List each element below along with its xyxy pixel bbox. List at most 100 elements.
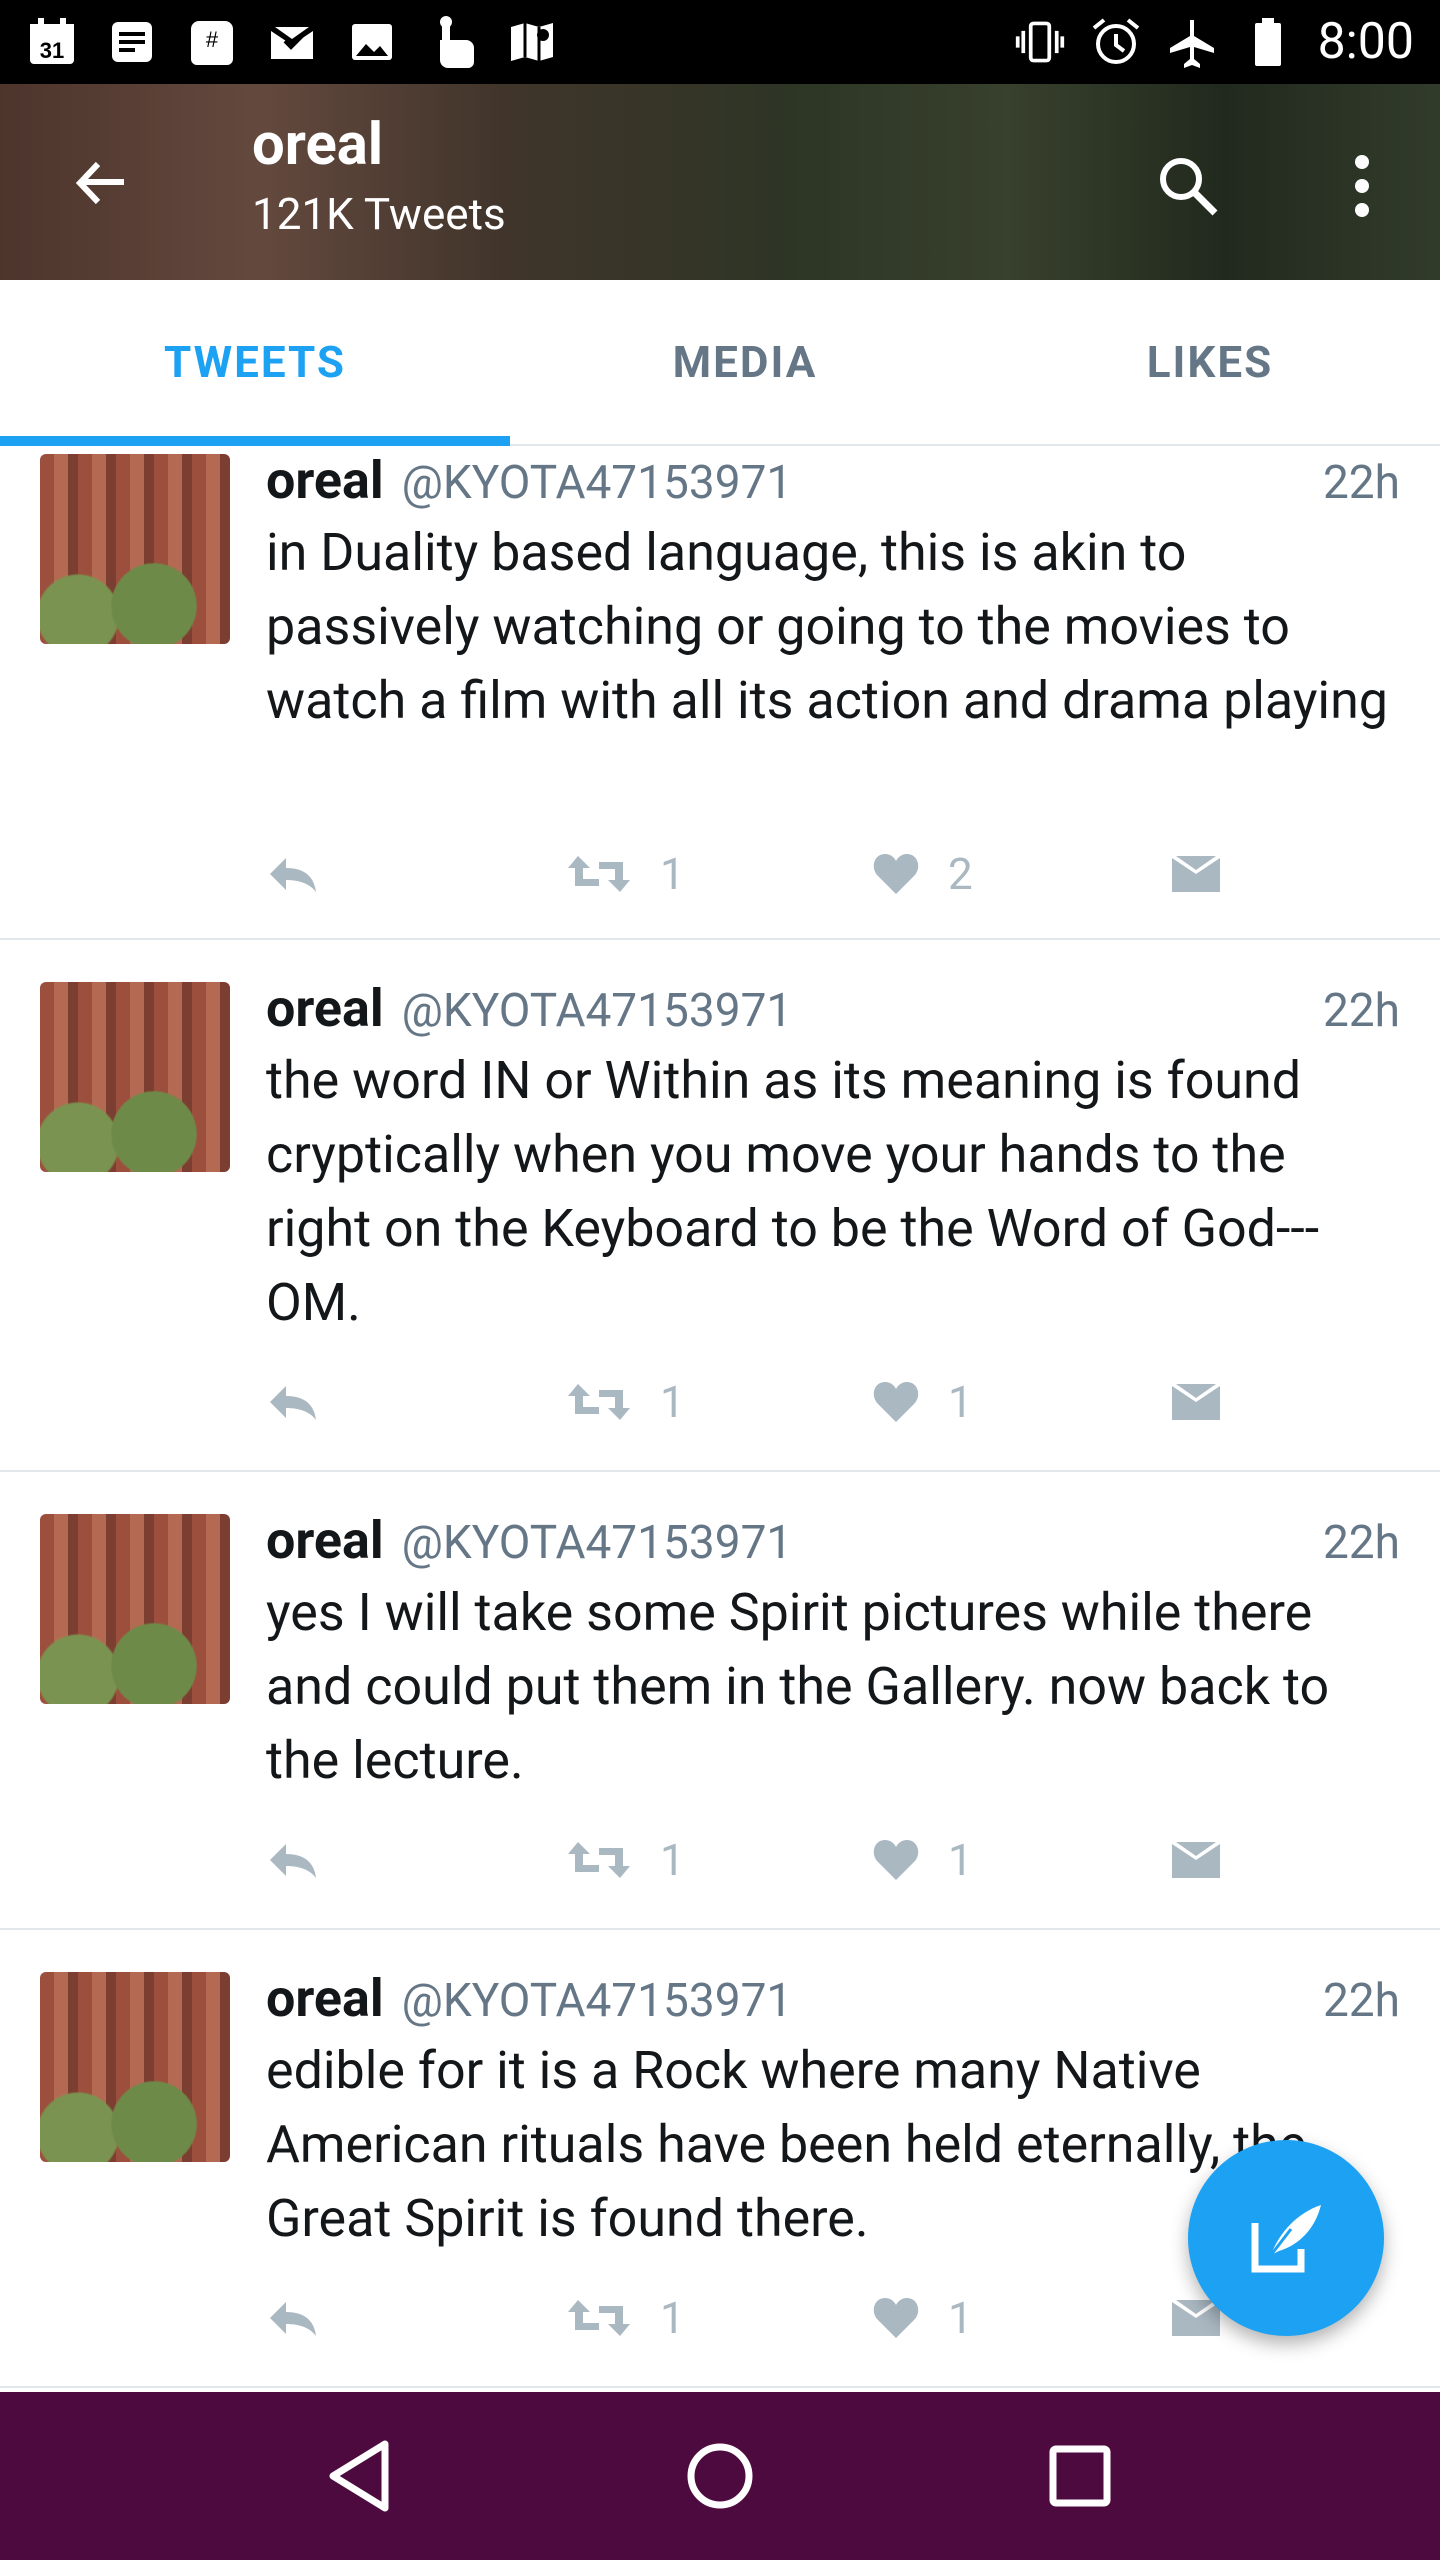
tweet-item[interactable]: oreal @KYOTA47153971 22h yes I will take… bbox=[0, 1472, 1440, 1930]
author-name[interactable]: oreal bbox=[266, 1968, 384, 2029]
back-button[interactable] bbox=[60, 144, 140, 224]
tab-tweets[interactable]: TWEETS bbox=[0, 280, 510, 446]
like-count: 1 bbox=[948, 1376, 973, 1428]
avatar[interactable] bbox=[40, 982, 230, 1172]
tweet-content: oreal @KYOTA47153971 22h the word IN or … bbox=[266, 978, 1400, 1340]
tab-media[interactable]: MEDIA bbox=[510, 280, 980, 444]
author-handle[interactable]: @KYOTA47153971 bbox=[402, 1516, 793, 1570]
avatar[interactable] bbox=[40, 1514, 230, 1704]
nav-recents-button[interactable] bbox=[1020, 2416, 1140, 2536]
retweet-count: 1 bbox=[660, 848, 685, 900]
reply-icon bbox=[270, 1844, 316, 1878]
heart-icon bbox=[873, 1382, 919, 1422]
tweet-header: oreal @KYOTA47153971 22h bbox=[266, 1510, 1400, 1576]
maps-icon bbox=[506, 16, 558, 68]
overflow-menu-button[interactable] bbox=[1322, 146, 1402, 226]
profile-title-block: oreal 121K Tweets bbox=[252, 111, 506, 240]
more-vertical-icon bbox=[1355, 155, 1369, 217]
reply-button[interactable] bbox=[266, 844, 320, 904]
heart-icon bbox=[873, 2298, 919, 2338]
reply-icon bbox=[270, 858, 316, 892]
author-handle[interactable]: @KYOTA47153971 bbox=[402, 456, 793, 510]
avatar[interactable] bbox=[40, 1972, 230, 2162]
retweet-button[interactable]: 1 bbox=[566, 2288, 685, 2348]
tweet-header: oreal @KYOTA47153971 22h bbox=[266, 978, 1400, 1044]
tab-likes[interactable]: LIKES bbox=[980, 280, 1440, 444]
reply-button[interactable] bbox=[266, 1830, 320, 1890]
tweet-header: oreal @KYOTA47153971 22h bbox=[266, 450, 1400, 516]
envelope-icon bbox=[1172, 856, 1220, 892]
nav-home-button[interactable] bbox=[660, 2416, 780, 2536]
like-count: 1 bbox=[948, 1834, 973, 1886]
profile-header: oreal 121K Tweets bbox=[0, 84, 1440, 280]
airplane-icon bbox=[1166, 16, 1218, 68]
retweet-icon bbox=[568, 1842, 630, 1878]
search-icon bbox=[1160, 158, 1218, 216]
notes-icon bbox=[106, 16, 158, 68]
tweet-actions: 1 1 bbox=[266, 2288, 1266, 2348]
direct-message-button[interactable] bbox=[1170, 844, 1222, 904]
compose-tweet-button[interactable] bbox=[1188, 2140, 1384, 2336]
envelope-icon bbox=[1172, 1384, 1220, 1420]
square-recents-icon bbox=[1049, 2445, 1111, 2507]
tweet-actions: 1 1 bbox=[266, 1372, 1266, 1432]
tweet-time: 22h bbox=[1322, 456, 1400, 510]
heart-icon bbox=[873, 1840, 919, 1880]
like-button[interactable]: 1 bbox=[872, 2288, 973, 2348]
status-bar: 31 # 8:00 bbox=[0, 0, 1440, 84]
like-button[interactable]: 1 bbox=[872, 1830, 973, 1890]
tweet-text: the word IN or Within as its meaning is … bbox=[266, 1050, 1320, 1333]
alarm-icon bbox=[1090, 16, 1142, 68]
tweet-item[interactable]: oreal @KYOTA47153971 22h edible for it i… bbox=[0, 1930, 1440, 2388]
retweet-count: 1 bbox=[660, 1834, 685, 1886]
retweet-button[interactable]: 1 bbox=[566, 844, 685, 904]
retweet-icon bbox=[568, 1384, 630, 1420]
calendar-icon: 31 bbox=[26, 16, 78, 68]
tweet-actions: 1 2 bbox=[266, 844, 1266, 904]
avatar[interactable] bbox=[40, 454, 230, 644]
inbox-icon: # bbox=[186, 16, 238, 68]
reply-button[interactable] bbox=[266, 1372, 320, 1432]
svg-text:#: # bbox=[206, 27, 219, 52]
reply-icon bbox=[270, 1386, 316, 1420]
reply-button[interactable] bbox=[266, 2288, 320, 2348]
mail-done-icon bbox=[266, 16, 318, 68]
tweet-item[interactable]: oreal @KYOTA47153971 22h in Duality base… bbox=[0, 446, 1440, 940]
retweet-button[interactable]: 1 bbox=[566, 1372, 685, 1432]
profile-tabs: TWEETS MEDIA LIKES bbox=[0, 280, 1440, 446]
author-handle[interactable]: @KYOTA47153971 bbox=[402, 984, 793, 1038]
search-button[interactable] bbox=[1148, 146, 1228, 226]
arrow-left-icon bbox=[75, 161, 124, 205]
like-button[interactable]: 2 bbox=[872, 844, 973, 904]
author-name[interactable]: oreal bbox=[266, 1510, 384, 1571]
touch-icon bbox=[426, 16, 478, 68]
vibrate-icon bbox=[1014, 16, 1066, 68]
author-name[interactable]: oreal bbox=[266, 450, 384, 511]
reply-icon bbox=[270, 2302, 316, 2336]
tweet-text: yes I will take some Spirit pictures whi… bbox=[266, 1582, 1330, 1791]
tweet-item[interactable]: oreal @KYOTA47153971 22h the word IN or … bbox=[0, 940, 1440, 1472]
envelope-icon bbox=[1172, 1842, 1220, 1878]
retweet-count: 1 bbox=[660, 2292, 685, 2344]
like-count: 2 bbox=[948, 848, 973, 900]
tweet-time: 22h bbox=[1322, 984, 1400, 1038]
direct-message-button[interactable] bbox=[1170, 1830, 1222, 1890]
nav-back-button[interactable] bbox=[300, 2416, 420, 2536]
retweet-icon bbox=[568, 2300, 630, 2336]
like-button[interactable]: 1 bbox=[872, 1372, 973, 1432]
system-navigation-bar bbox=[0, 2392, 1440, 2560]
tweet-time: 22h bbox=[1322, 1516, 1400, 1570]
tweet-feed[interactable]: oreal @KYOTA47153971 22h in Duality base… bbox=[0, 446, 1440, 2392]
retweet-icon bbox=[568, 856, 630, 892]
circle-home-icon bbox=[687, 2443, 753, 2509]
battery-icon bbox=[1242, 16, 1294, 68]
triangle-back-icon bbox=[329, 2440, 389, 2512]
like-count: 1 bbox=[948, 2292, 973, 2344]
direct-message-button[interactable] bbox=[1170, 1372, 1222, 1432]
author-handle[interactable]: @KYOTA47153971 bbox=[402, 1974, 793, 2028]
retweet-count: 1 bbox=[660, 1376, 685, 1428]
compose-quill-icon bbox=[1251, 2205, 1321, 2273]
retweet-button[interactable]: 1 bbox=[566, 1830, 685, 1890]
author-name[interactable]: oreal bbox=[266, 978, 384, 1039]
page-title: oreal bbox=[252, 111, 384, 179]
